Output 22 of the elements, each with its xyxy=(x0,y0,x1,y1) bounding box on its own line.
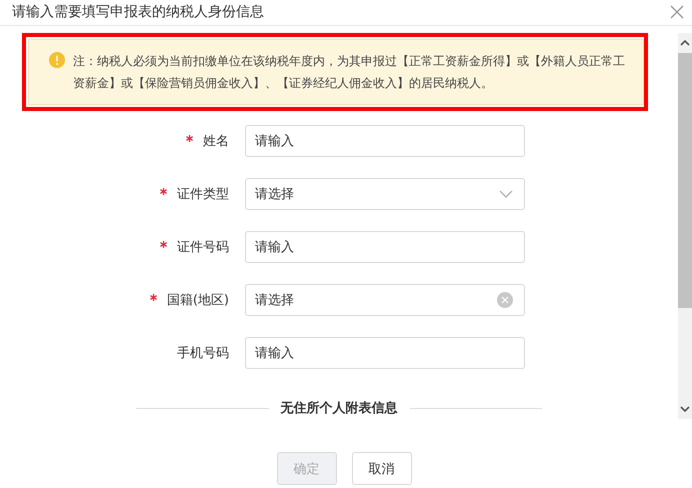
field-label: 证件号码 xyxy=(177,239,229,256)
input-field[interactable]: 请输入 xyxy=(245,231,525,263)
field-label: 证件类型 xyxy=(177,186,229,203)
scroll-up-icon[interactable] xyxy=(680,39,690,47)
input-field[interactable]: 请输入 xyxy=(245,125,525,157)
clear-icon[interactable] xyxy=(497,292,513,308)
scrollbar[interactable] xyxy=(678,33,692,419)
scroll-down-icon[interactable] xyxy=(680,405,690,413)
notice-text: 注：纳税人必须为当前扣缴单位在该纳税年度内，为其申报过【正常工资薪金所得】或【外籍人员正常工资薪金】或【保险营销员佣金收入】、【证券经纪人佣金收入】的居民纳税人。 xyxy=(73,53,626,92)
chevron-down-icon xyxy=(499,190,513,198)
input-field[interactable]: 请输入 xyxy=(245,337,525,369)
field-label: 国籍(地区) xyxy=(166,292,229,309)
dialog-title: 请输入需要填写申报表的纳税人身份信息 xyxy=(12,2,264,20)
select-field[interactable]: 请选择 xyxy=(245,178,525,210)
section-title: 无住所个人附表信息 xyxy=(280,400,398,417)
field-label: 姓名 xyxy=(203,133,229,150)
close-icon[interactable] xyxy=(670,4,684,18)
cancel-button[interactable]: 取消 xyxy=(352,452,412,485)
field-label: 手机号码 xyxy=(177,345,229,362)
select-field[interactable]: 请选择 xyxy=(245,284,525,316)
warning-icon xyxy=(49,52,65,68)
scrollbar-thumb[interactable] xyxy=(678,53,692,308)
